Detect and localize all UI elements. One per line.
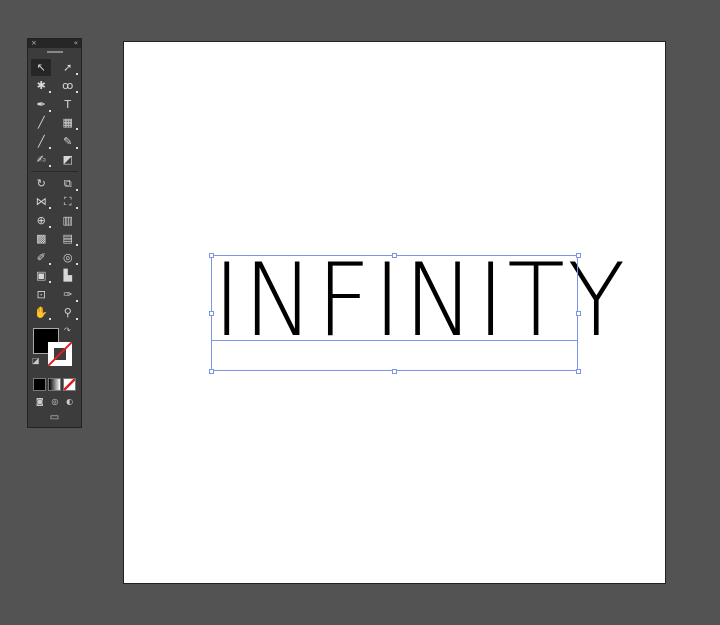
swap-fill-stroke-icon[interactable]: ↷ bbox=[64, 326, 71, 335]
stroke-swatch[interactable] bbox=[48, 342, 72, 366]
tools-panel: × « ↖ ➚ ✱ ꝏ ✒ T ╱ ▦ ╱ ✎ ✍ ◩ ↻ ⧉ ⋈ ⛶ ⊕ ▥ ▩ ▤ ✐ ◎ ▣ ▙ ⊡ ✑ ✋ ⚲ ↷ ◪ ◙ ◎… bbox=[27, 38, 82, 428]
gradient-tool[interactable]: ▤ bbox=[58, 230, 78, 247]
rotate-tool[interactable]: ↻ bbox=[31, 175, 51, 192]
draw-normal-icon[interactable]: ◙ bbox=[36, 397, 44, 406]
scale-tool[interactable]: ⧉ bbox=[58, 175, 78, 192]
free-transform-tool[interactable]: ⛶ bbox=[58, 193, 78, 210]
resize-handle[interactable] bbox=[392, 369, 397, 374]
resize-handle[interactable] bbox=[209, 369, 214, 374]
hand-tool[interactable]: ✋ bbox=[31, 304, 52, 321]
default-colors-icon[interactable]: ◪ bbox=[32, 356, 40, 365]
tool-row: ⊕ ▥ bbox=[28, 211, 81, 230]
draw-behind-icon[interactable]: ◎ bbox=[51, 397, 58, 406]
gradient-button[interactable] bbox=[48, 378, 61, 391]
tool-separator bbox=[31, 171, 78, 172]
tool-row: ⊡ ✑ bbox=[28, 285, 81, 304]
direct-selection-tool[interactable]: ➚ bbox=[58, 59, 78, 76]
line-segment-tool[interactable]: ╱ bbox=[31, 114, 51, 131]
screen-mode-icon[interactable]: ▭ bbox=[28, 412, 81, 423]
lasso-tool[interactable]: ꝏ bbox=[58, 77, 78, 94]
none-button[interactable] bbox=[63, 378, 76, 391]
resize-handle[interactable] bbox=[576, 311, 581, 316]
draw-inside-icon[interactable]: ◐ bbox=[66, 397, 73, 406]
magic-wand-tool[interactable]: ✱ bbox=[31, 77, 52, 94]
resize-handle[interactable] bbox=[576, 369, 581, 374]
tool-row: ▣ ▙ bbox=[28, 267, 81, 286]
resize-handle[interactable] bbox=[209, 311, 214, 316]
eraser-tool[interactable]: ◩ bbox=[58, 151, 78, 168]
symbol-sprayer-tool[interactable]: ▣ bbox=[31, 267, 52, 284]
collapse-icon[interactable]: « bbox=[74, 39, 78, 48]
paintbrush-tool[interactable]: ╱ bbox=[31, 133, 52, 150]
tool-row: ✋ ⚲ bbox=[28, 304, 81, 323]
tool-row: ✐ ◎ bbox=[28, 248, 81, 267]
column-graph-tool[interactable]: ▙ bbox=[58, 267, 78, 284]
tool-row: ✱ ꝏ bbox=[28, 77, 81, 96]
eyedropper-tool[interactable]: ✐ bbox=[31, 249, 52, 266]
resize-handle[interactable] bbox=[392, 253, 397, 258]
mesh-tool[interactable]: ▩ bbox=[31, 230, 51, 247]
fill-stroke-controls: ↷ ◪ bbox=[28, 326, 81, 374]
blend-tool[interactable]: ◎ bbox=[58, 249, 78, 266]
tool-row: ✒ T bbox=[28, 95, 81, 114]
selection-tool[interactable]: ↖ bbox=[31, 58, 52, 76]
tool-row: ↖ ➚ bbox=[28, 58, 81, 77]
type-tool[interactable]: T bbox=[58, 96, 78, 113]
perspective-grid-tool[interactable]: ▥ bbox=[58, 212, 78, 229]
panel-header: × « bbox=[28, 39, 81, 48]
panel-grip[interactable] bbox=[46, 51, 63, 53]
color-button[interactable] bbox=[33, 378, 46, 391]
selection-bounding-box[interactable] bbox=[211, 255, 578, 371]
pen-tool[interactable]: ✒ bbox=[31, 96, 52, 113]
pencil-tool[interactable]: ✎ bbox=[58, 133, 78, 150]
tool-row: ▩ ▤ bbox=[28, 230, 81, 249]
tool-row: ↻ ⧉ bbox=[28, 174, 81, 193]
slice-tool[interactable]: ✑ bbox=[58, 286, 78, 303]
blob-brush-tool[interactable]: ✍ bbox=[31, 151, 52, 168]
tool-row: ✍ ◩ bbox=[28, 151, 81, 170]
tool-row: ╱ ▦ bbox=[28, 114, 81, 133]
tool-row: ╱ ✎ bbox=[28, 132, 81, 151]
close-icon[interactable]: × bbox=[31, 39, 37, 48]
shape-builder-tool[interactable]: ⊕ bbox=[31, 212, 52, 229]
width-tool[interactable]: ⋈ bbox=[31, 193, 52, 210]
zoom-tool[interactable]: ⚲ bbox=[58, 304, 78, 321]
artboard-tool[interactable]: ⊡ bbox=[31, 286, 51, 303]
text-baseline bbox=[211, 340, 578, 341]
rectangle-tool[interactable]: ▦ bbox=[58, 114, 78, 131]
resize-handle[interactable] bbox=[576, 253, 581, 258]
tool-row: ⋈ ⛶ bbox=[28, 193, 81, 212]
resize-handle[interactable] bbox=[209, 253, 214, 258]
